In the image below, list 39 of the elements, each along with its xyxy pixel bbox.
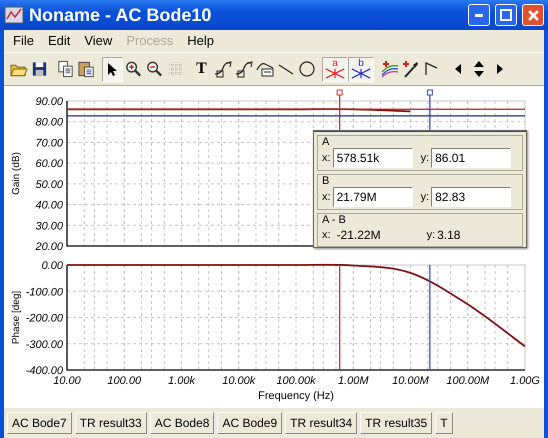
y-tick-label: 60.00 bbox=[35, 158, 63, 170]
x-tick-label: 1.00k bbox=[168, 375, 195, 387]
y-tick-label: 40.00 bbox=[35, 200, 63, 212]
x-axis-label: Frequency (Hz) bbox=[258, 390, 334, 402]
y-label: y: bbox=[420, 190, 430, 205]
y-tick-label: -300.00 bbox=[26, 338, 63, 351]
x-tick-label: 10.00k bbox=[222, 375, 256, 387]
group-title: B bbox=[322, 175, 330, 187]
x-label: x: bbox=[322, 190, 331, 205]
y-label: y: bbox=[420, 150, 430, 166]
y-tick-label: 70.00 bbox=[35, 137, 63, 150]
y-axis-label: Phase [deg] bbox=[11, 290, 22, 344]
x-tick-label: 1.00M bbox=[338, 375, 369, 387]
x-label: x: bbox=[322, 228, 331, 243]
x-tick-label: 100.00k bbox=[276, 375, 316, 387]
y-label: y: bbox=[426, 228, 436, 243]
y-tick-label: -200.00 bbox=[26, 312, 63, 324]
y-tick-label: -400.00 bbox=[26, 365, 63, 377]
x-tick-label: 100.00 bbox=[107, 375, 142, 387]
window-title: Noname - AC Bode10 bbox=[29, 4, 212, 26]
cursor-letter: a bbox=[332, 59, 338, 68]
group-title: A - B bbox=[322, 214, 347, 226]
y-tick-label: 20.00 bbox=[35, 241, 63, 253]
y-tick-label: 0.00 bbox=[42, 260, 63, 272]
group-title: A bbox=[322, 136, 330, 148]
y-tick-label: 30.00 bbox=[35, 220, 63, 232]
x-tick-label: 1.00G bbox=[510, 375, 540, 387]
x-label: x: bbox=[322, 150, 331, 166]
y-tick-label: 90.00 bbox=[35, 96, 63, 108]
x-tick-label: 10.00M bbox=[392, 375, 429, 387]
y-axis-label: Gain (dB) bbox=[11, 152, 22, 195]
x-tick-label: 100.00M bbox=[446, 375, 490, 387]
y-tick-label: 80.00 bbox=[35, 116, 63, 129]
y-tick-label: 50.00 bbox=[35, 178, 63, 191]
x-tick-label: 10.00 bbox=[53, 375, 81, 387]
x-value: -21.22M bbox=[336, 227, 382, 244]
cursor-letter: b bbox=[358, 59, 364, 68]
y-value: 3.18 bbox=[437, 227, 460, 244]
y-tick-label: -100.00 bbox=[26, 286, 63, 298]
